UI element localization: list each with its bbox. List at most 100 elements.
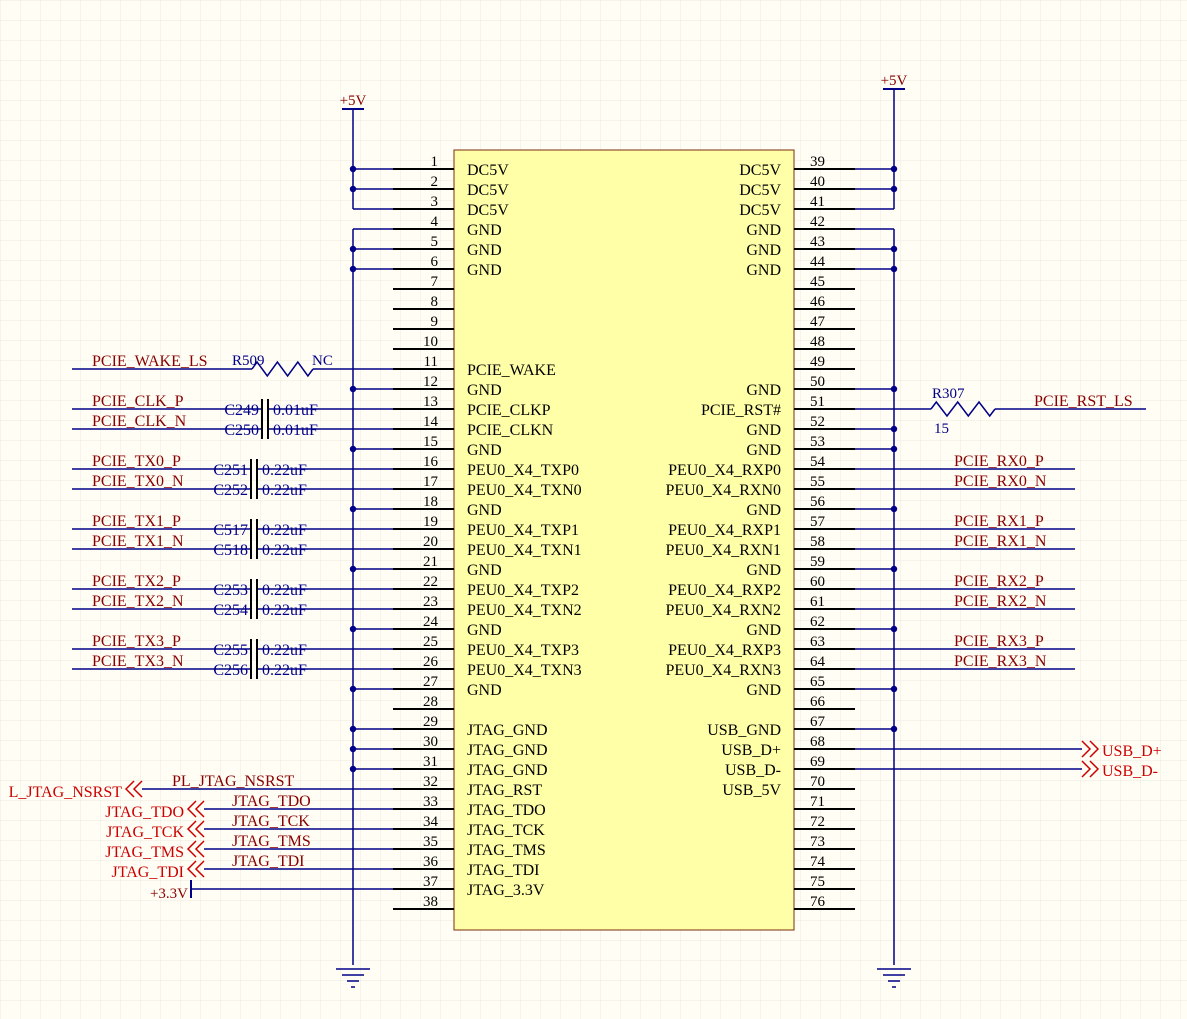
capacitor-ref: C256: [213, 662, 248, 679]
r509-value: NC: [312, 353, 333, 369]
pin-name-42: GND: [746, 222, 781, 239]
capacitor-ref: C255: [213, 642, 248, 659]
port-label-usb-dp[interactable]: USB_D+: [1102, 743, 1162, 760]
net-label-pcie-clk-n: PCIE_CLK_N: [92, 413, 187, 430]
pin-number-67: 67: [810, 714, 826, 730]
net-label-pcie-rx3-p: PCIE_RX3_P: [954, 633, 1044, 650]
pin-number-40: 40: [810, 174, 825, 190]
capacitor-value: 0.22uF: [262, 602, 307, 619]
pin-name-19: PEU0_X4_TXP1: [467, 522, 579, 539]
port-label-l-jtag-nsrst[interactable]: L_JTAG_NSRST: [9, 784, 123, 801]
pin-number-35: 35: [423, 834, 438, 850]
capacitor-ref: C252: [213, 482, 248, 499]
pin-number-43: 43: [810, 234, 825, 250]
pin-number-52: 52: [810, 414, 825, 430]
pin-number-4: 4: [431, 214, 439, 230]
pin-number-42: 42: [810, 214, 825, 230]
pin-number-13: 13: [423, 394, 438, 410]
pin-number-69: 69: [810, 754, 825, 770]
net-label-pcie-tx0-p: PCIE_TX0_P: [92, 453, 181, 470]
pin-number-44: 44: [810, 254, 826, 270]
pin-number-51: 51: [810, 394, 825, 410]
pin-name-63: PEU0_X4_RXP3: [668, 642, 781, 659]
capacitor-value: 0.22uF: [262, 542, 307, 559]
pin-name-54: PEU0_X4_RXP0: [668, 462, 781, 479]
net-label-jtag-tck: JTAG_TCK: [232, 813, 310, 830]
pin-number-54: 54: [810, 454, 826, 470]
pin-number-31: 31: [423, 754, 438, 770]
pin-name-41: DC5V: [739, 202, 781, 219]
pin-number-56: 56: [810, 494, 826, 510]
pin-number-6: 6: [431, 254, 439, 270]
pin-name-33: JTAG_TDO: [467, 802, 546, 819]
capacitor-ref: C249: [224, 402, 259, 419]
pin-name-1: DC5V: [467, 162, 509, 179]
pin-number-61: 61: [810, 594, 825, 610]
pin-number-23: 23: [423, 594, 438, 610]
capacitor-value: 0.01uF: [273, 422, 318, 439]
capacitor-ref: C517: [213, 522, 248, 539]
pin-name-37: JTAG_3.3V: [467, 882, 545, 899]
pin-name-51: PCIE_RST#: [701, 402, 781, 419]
pin-name-60: PEU0_X4_RXP2: [668, 582, 781, 599]
pin-number-68: 68: [810, 734, 825, 750]
net-label-pcie-rx0-p: PCIE_RX0_P: [954, 453, 1044, 470]
pin-number-15: 15: [423, 434, 438, 450]
port-label-jtag-tck[interactable]: JTAG_TCK: [106, 824, 184, 841]
junction-dot: [890, 505, 898, 513]
capacitor-value: 0.22uF: [262, 582, 307, 599]
pin-name-44: GND: [746, 262, 781, 279]
pin-number-73: 73: [810, 834, 825, 850]
pin-number-48: 48: [810, 334, 825, 350]
pin-name-64: PEU0_X4_RXN3: [665, 662, 781, 679]
pin-number-34: 34: [423, 814, 439, 830]
pin-name-6: GND: [467, 262, 502, 279]
net-label-pcie-rx0-n: PCIE_RX0_N: [954, 473, 1047, 490]
net-label-pcie-tx1-p: PCIE_TX1_P: [92, 513, 181, 530]
port-label-jtag-tdi[interactable]: JTAG_TDI: [112, 864, 184, 881]
pin-number-19: 19: [423, 514, 438, 530]
net-label-pcie-tx3-n: PCIE_TX3_N: [92, 653, 184, 670]
pin-number-11: 11: [424, 354, 438, 370]
pin-number-53: 53: [810, 434, 825, 450]
pin-number-3: 3: [431, 194, 439, 210]
pin-number-16: 16: [423, 454, 439, 470]
junction-dot: [890, 625, 898, 633]
junction-dot: [890, 385, 898, 393]
pin-number-33: 33: [423, 794, 438, 810]
pin-number-28: 28: [423, 694, 438, 710]
net-label-pcie-rx1-p: PCIE_RX1_P: [954, 513, 1044, 530]
pin-name-4: GND: [467, 222, 502, 239]
junction-dot: [890, 725, 898, 733]
capacitor-value: 0.22uF: [262, 482, 307, 499]
junction-dot: [890, 165, 898, 173]
pin-name-20: PEU0_X4_TXN1: [467, 542, 582, 559]
pin-number-30: 30: [423, 734, 438, 750]
pin-name-52: GND: [746, 422, 781, 439]
junction-dot: [349, 685, 357, 693]
junction-dot: [349, 625, 357, 633]
port-label-usb-dm[interactable]: USB_D-: [1102, 763, 1158, 780]
capacitor-ref: C518: [213, 542, 248, 559]
junction-dot: [890, 185, 898, 193]
pin-name-40: DC5V: [739, 182, 781, 199]
pin-name-13: PCIE_CLKP: [467, 402, 551, 419]
pin-name-11: PCIE_WAKE: [467, 362, 556, 379]
pin-name-50: GND: [746, 382, 781, 399]
pin-name-21: GND: [467, 562, 502, 579]
capacitor-ref: C250: [224, 422, 259, 439]
pin-number-65: 65: [810, 674, 825, 690]
pin-name-34: JTAG_TCK: [467, 822, 545, 839]
junction-dot: [349, 745, 357, 753]
pin-number-18: 18: [423, 494, 438, 510]
r307-value: 15: [934, 421, 949, 437]
pin-number-75: 75: [810, 874, 825, 890]
port-label-jtag-tms[interactable]: JTAG_TMS: [105, 844, 184, 861]
net-label-pcie-clk-p: PCIE_CLK_P: [92, 393, 184, 410]
port-label-jtag-tdo[interactable]: JTAG_TDO: [105, 804, 184, 821]
schematic-canvas: 1 DC5V 2 DC5V 3 DC5V 4 GND 5 GND 6 GND 7 8 9 10 11 PCIE_W…: [0, 0, 1187, 1019]
pin-name-24: GND: [467, 622, 502, 639]
pin-name-36: JTAG_TDI: [467, 862, 539, 879]
pin-number-7: 7: [431, 274, 439, 290]
pin-name-5: GND: [467, 242, 502, 259]
